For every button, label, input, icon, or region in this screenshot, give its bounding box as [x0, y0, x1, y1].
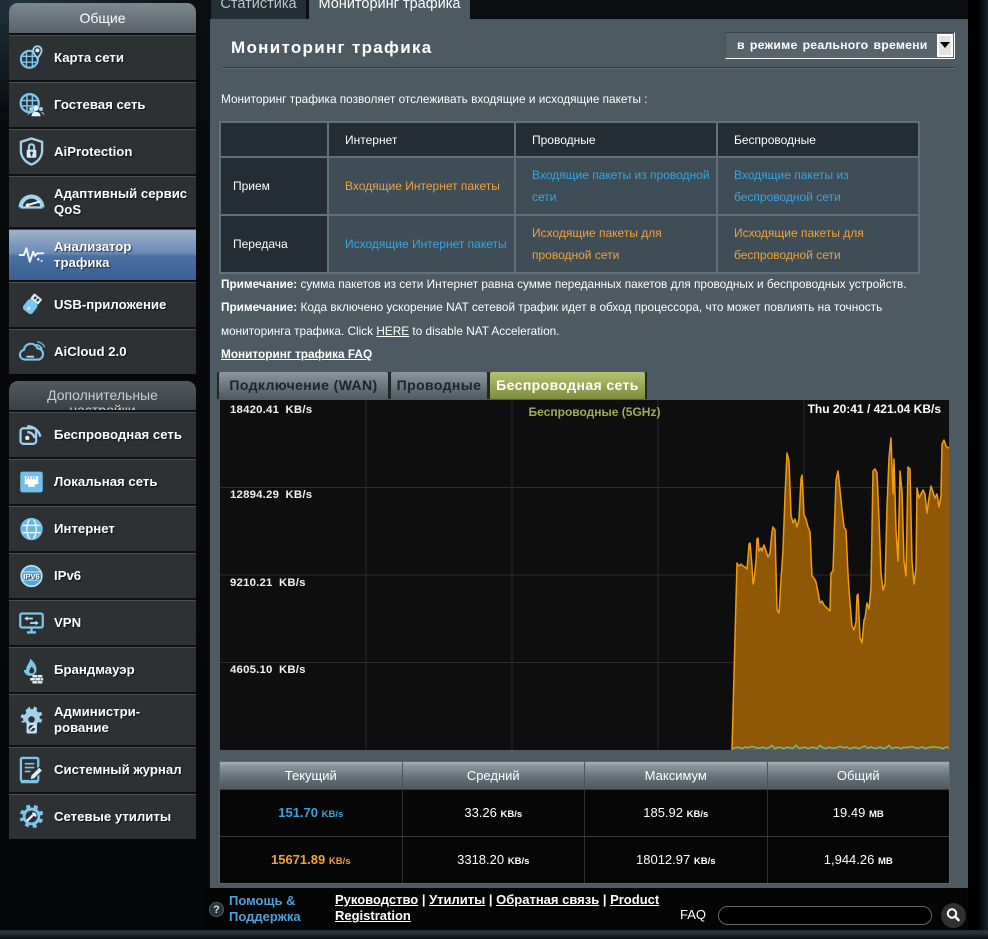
svg-text:IPV6: IPV6: [23, 571, 40, 580]
